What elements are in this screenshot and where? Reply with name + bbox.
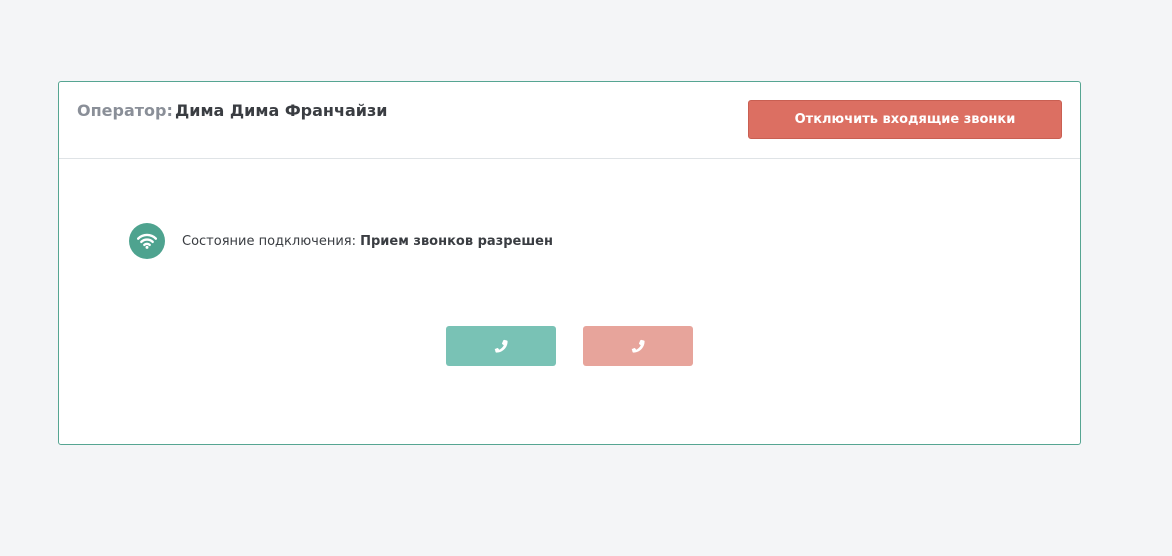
wifi-glyph	[137, 233, 157, 249]
operator-label: Оператор:	[77, 101, 173, 120]
disable-incoming-calls-button[interactable]: Отключить входящие звонки	[748, 100, 1062, 139]
operator-name: Дима Дима Франчайзи	[175, 101, 388, 120]
wifi-icon	[129, 223, 165, 259]
panel-header: Оператор: Дима Дима Франчайзи Отключить …	[59, 82, 1080, 159]
phone-icon	[494, 339, 508, 353]
connection-status-value: Прием звонков разрешен	[360, 233, 553, 249]
connection-status: Состояние подключения: Прием звонков раз…	[129, 223, 553, 259]
phone-icon	[631, 339, 645, 353]
connection-status-label: Состояние подключения:	[182, 233, 356, 249]
accept-call-button[interactable]	[446, 326, 556, 366]
decline-call-button[interactable]	[583, 326, 693, 366]
operator-panel: Оператор: Дима Дима Франчайзи Отключить …	[58, 81, 1081, 445]
connection-status-text: Состояние подключения: Прием звонков раз…	[182, 234, 553, 249]
